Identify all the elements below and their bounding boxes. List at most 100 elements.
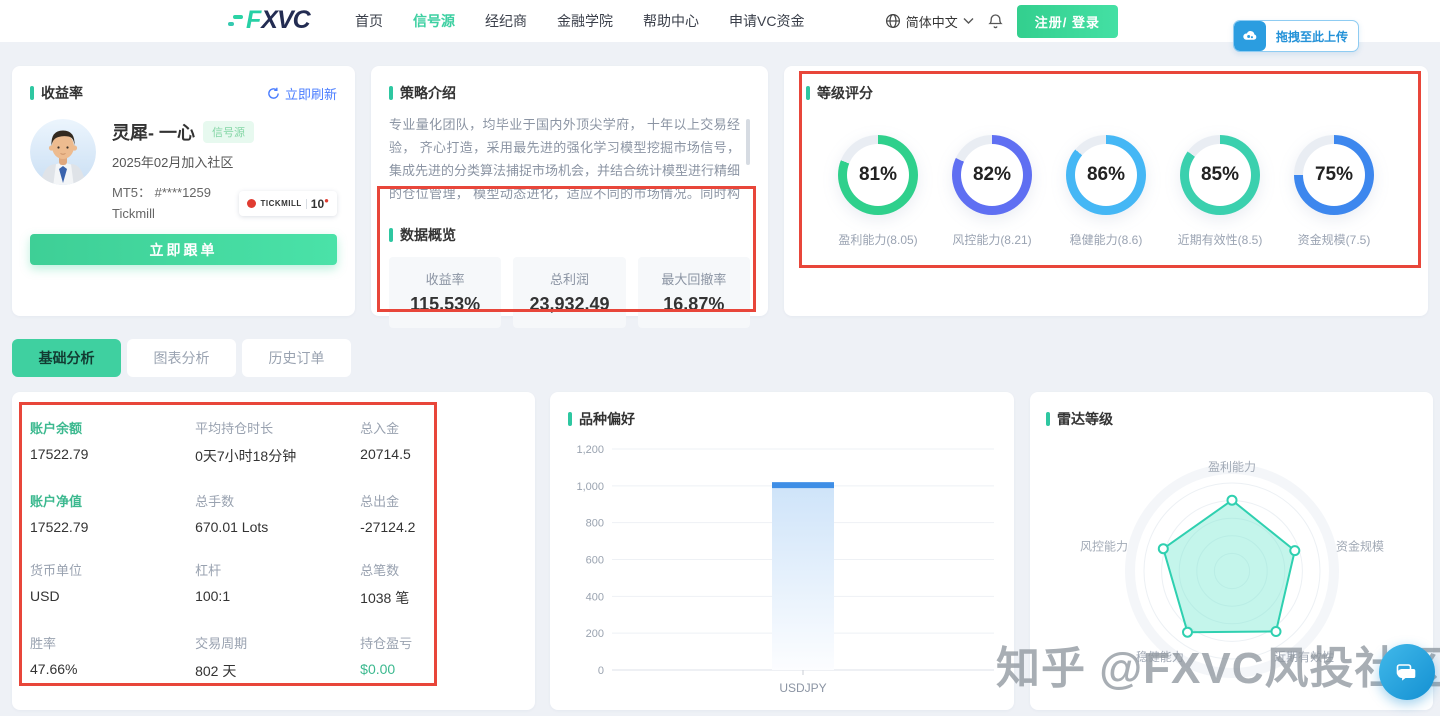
gauge-ring: 82% xyxy=(952,135,1032,215)
nav-item-academy[interactable]: 金融学院 xyxy=(557,11,613,31)
tab-basic-analysis[interactable]: 基础分析 xyxy=(12,339,121,377)
signal-source-badge: 信号源 xyxy=(203,121,254,143)
rating-section-title: 等级评分 xyxy=(806,83,1406,103)
language-label: 简体中文 xyxy=(906,12,958,31)
logo-f: F xyxy=(246,6,260,35)
logo-text: XVC xyxy=(261,6,309,35)
svg-text:盈利能力: 盈利能力 xyxy=(1208,460,1256,474)
gauge-fund-size: 75% 资金规模(7.5) xyxy=(1278,135,1390,248)
strategy-card: 策略介绍 专业量化团队，均毕业于国内外顶尖学府， 十年以上交易经验， 齐心打造，… xyxy=(371,66,768,316)
stat-win-rate: 胜率47.66% xyxy=(30,633,195,681)
nav-item-signals[interactable]: 信号源 xyxy=(413,11,455,31)
cloud-upload-icon xyxy=(1234,21,1266,51)
stat-leverage: 杠杆100:1 xyxy=(195,560,360,608)
zhihu-watermark: 知乎 @FXVC风投社区 xyxy=(996,632,1440,696)
rating-gauges: 81% 盈利能力(8.05) 82% 风控能力(8.21) 86% 稳健能力(8… xyxy=(806,135,1406,248)
tab-history-orders[interactable]: 历史订单 xyxy=(242,339,351,377)
gauge-stability: 86% 稳健能力(8.6) xyxy=(1050,135,1162,248)
register-login-button[interactable]: 注册/ 登录 xyxy=(1017,5,1118,38)
account-number: MT5： #****1259 xyxy=(112,183,211,204)
strategy-description: 专业量化团队，均毕业于国内外顶尖学府， 十年以上交易经验， 齐心打造，采用最先进… xyxy=(389,113,750,205)
joined-date: 2025年02月加入社区 xyxy=(112,152,337,171)
stat-total-withdrawal: 总出金-27124.2 xyxy=(360,491,517,535)
gauge-ring: 81% xyxy=(838,135,918,215)
gauge-risk-control: 82% 风控能力(8.21) xyxy=(936,135,1048,248)
overview-stat-return: 收益率 115.53% xyxy=(389,257,501,328)
broker-name: Tickmill xyxy=(112,204,211,225)
drag-upload-button[interactable]: 拖拽至此上传 xyxy=(1233,20,1359,52)
gauge-ring: 75% xyxy=(1294,135,1374,215)
gauge-recent-effectiveness: 85% 近期有效性(8.5) xyxy=(1164,135,1276,248)
strategy-section-title: 策略介绍 xyxy=(389,83,750,103)
stat-floating-pnl: 持仓盈亏$0.00 xyxy=(360,633,517,681)
svg-text:600: 600 xyxy=(586,555,604,567)
symbol-preference-card: 品种偏好 0 200 400 600 800 1,000 1,200 USDJPY xyxy=(550,392,1014,710)
title-accent-bar xyxy=(568,412,572,426)
nav-menu: 首页 信号源 经纪商 金融学院 帮助中心 申请VC资金 xyxy=(355,0,804,42)
svg-text:风控能力: 风控能力 xyxy=(1080,539,1128,553)
fxvc-logo[interactable]: F XVC xyxy=(233,6,310,35)
trader-name: 灵犀- 一心 xyxy=(112,119,195,145)
top-navbar: F XVC 首页 信号源 经纪商 金融学院 帮助中心 申请VC资金 简体中文 注… xyxy=(0,0,1440,42)
stat-currency: 货币单位USD xyxy=(30,560,195,608)
follow-now-button[interactable]: 立即跟单 xyxy=(30,234,337,265)
stat-total-trades: 总笔数1038 笔 xyxy=(360,560,517,608)
overview-section-title: 数据概览 xyxy=(389,225,750,245)
overview-stat-drawdown: 最大回撤率 16.87% xyxy=(638,257,750,328)
bell-icon[interactable] xyxy=(987,13,1004,30)
stat-balance: 账户余额17522.79 xyxy=(30,418,195,466)
svg-text:1,000: 1,000 xyxy=(576,481,604,493)
stats-grid: 账户余额17522.79 平均持仓时长0天7小时18分钟 总入金20714.5 … xyxy=(30,418,517,681)
refresh-icon xyxy=(267,87,280,100)
radar-section-title: 雷达等级 xyxy=(1040,409,1423,429)
title-accent-bar xyxy=(806,86,810,100)
title-accent-bar xyxy=(30,86,34,100)
chat-bubbles-icon xyxy=(1394,659,1420,685)
title-accent-bar xyxy=(1046,412,1050,426)
symbol-preference-bar-chart: 0 200 400 600 800 1,000 1,200 USDJPY xyxy=(562,435,1002,705)
nav-right: 简体中文 注册/ 登录 xyxy=(885,0,1118,42)
bar-chart-section-title: 品种偏好 xyxy=(562,409,1002,429)
nav-item-brokers[interactable]: 经纪商 xyxy=(485,11,527,31)
svg-text:资金规模: 资金规模 xyxy=(1336,538,1384,553)
svg-text:0: 0 xyxy=(598,665,604,677)
chat-widget-button[interactable] xyxy=(1379,644,1435,700)
svg-text:400: 400 xyxy=(586,591,604,603)
scrollbar-thumb[interactable] xyxy=(746,119,750,165)
svg-text:1,200: 1,200 xyxy=(576,444,604,456)
overview-stat-profit: 总利润 23,932.49 xyxy=(513,257,625,328)
title-accent-bar xyxy=(389,86,393,100)
nav-item-help[interactable]: 帮助中心 xyxy=(643,11,699,31)
data-overview-section: 数据概览 收益率 115.53% 总利润 23,932.49 最大回撤率 16.… xyxy=(389,225,750,328)
tickmill-logo-icon xyxy=(247,199,256,208)
chevron-down-icon xyxy=(963,17,974,25)
profile-card: 收益率 立即刷新 xyxy=(12,66,355,316)
svg-text:200: 200 xyxy=(586,628,604,640)
refresh-label: 立即刷新 xyxy=(285,84,337,103)
gauge-profitability: 81% 盈利能力(8.05) xyxy=(822,135,934,248)
nav-item-vc-funding[interactable]: 申请VC资金 xyxy=(729,11,804,31)
rating-card: 等级评分 81% 盈利能力(8.05) 82% 风控能力(8.21) 86% 稳… xyxy=(784,66,1428,316)
title-accent-bar xyxy=(389,228,393,242)
tickmill-badge: TICKMILL 10● xyxy=(239,191,337,216)
stat-trading-period: 交易周期802 天 xyxy=(195,633,360,681)
language-selector[interactable]: 简体中文 xyxy=(885,12,974,31)
gauge-ring: 85% xyxy=(1180,135,1260,215)
svg-text:800: 800 xyxy=(586,518,604,530)
account-stats-card: 账户余额17522.79 平均持仓时长0天7小时18分钟 总入金20714.5 … xyxy=(12,392,535,710)
drag-upload-label: 拖拽至此上传 xyxy=(1266,28,1358,45)
stat-total-lots: 总手数670.01 Lots xyxy=(195,491,360,535)
profile-section-title: 收益率 xyxy=(30,83,83,103)
svg-text:USDJPY: USDJPY xyxy=(779,681,826,695)
refresh-link[interactable]: 立即刷新 xyxy=(267,84,337,103)
gauge-ring: 86% xyxy=(1066,135,1146,215)
tab-chart-analysis[interactable]: 图表分析 xyxy=(127,339,236,377)
avatar xyxy=(30,119,96,185)
globe-icon xyxy=(885,13,901,29)
stat-equity: 账户净值17522.79 xyxy=(30,491,195,535)
analysis-tabs: 基础分析 图表分析 历史订单 xyxy=(12,339,351,377)
nav-item-home[interactable]: 首页 xyxy=(355,11,383,31)
stat-total-deposit: 总入金20714.5 xyxy=(360,418,517,466)
stat-avg-holding-time: 平均持仓时长0天7小时18分钟 xyxy=(195,418,360,466)
logo-dots-icon xyxy=(233,15,243,26)
